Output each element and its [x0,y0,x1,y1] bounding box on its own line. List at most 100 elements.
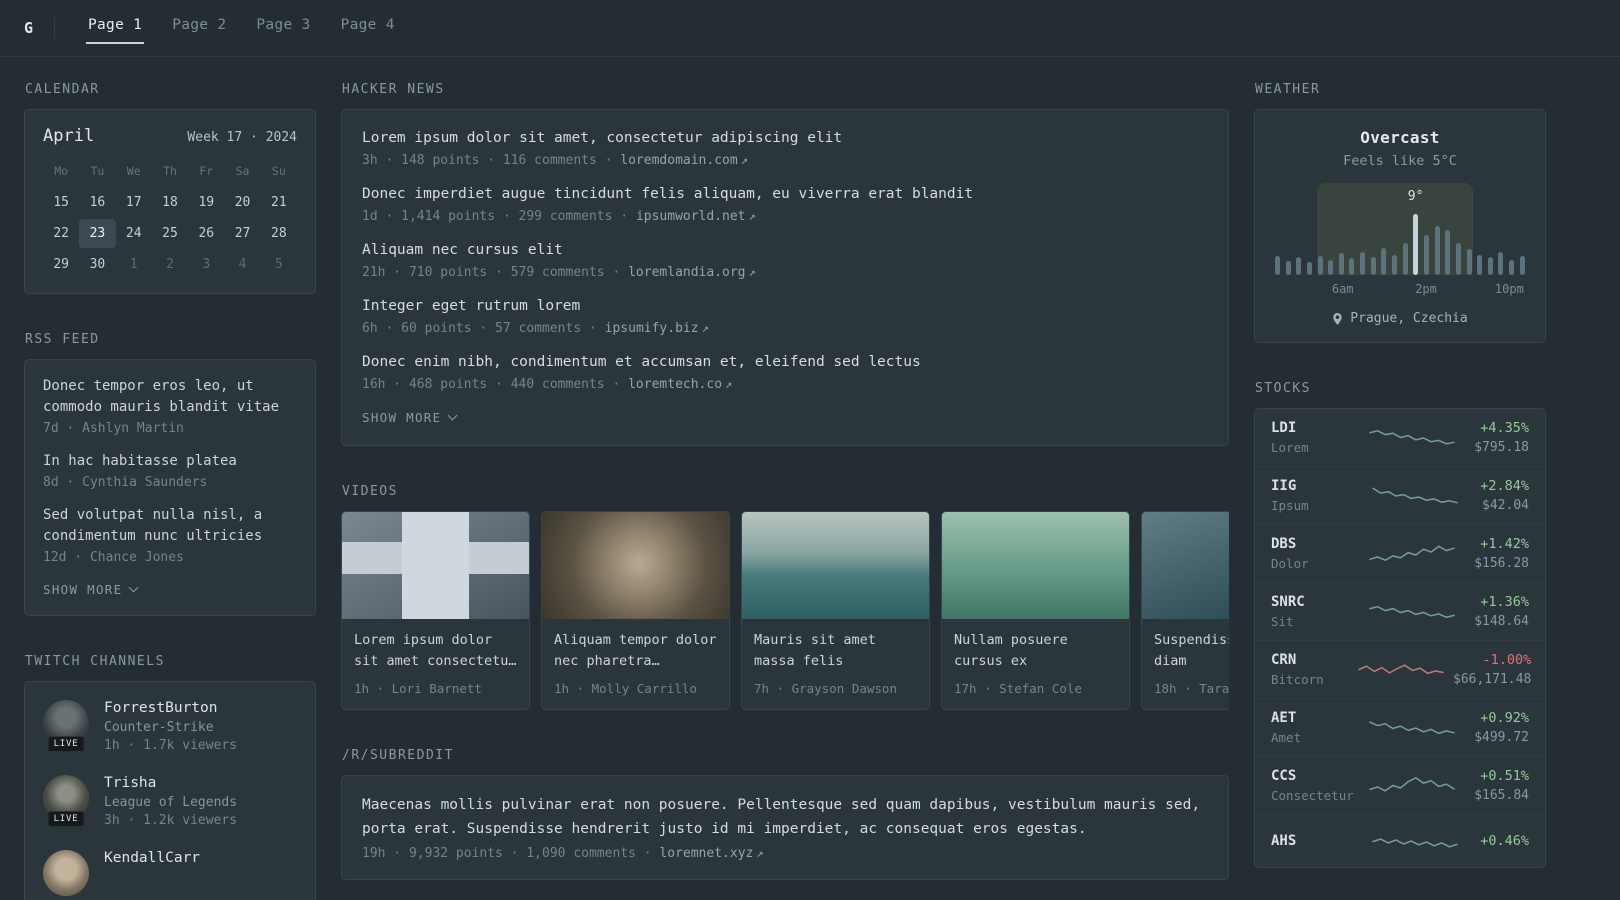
hn-story-title[interactable]: Aliquam nec cursus elit [362,240,1208,261]
stock-row[interactable]: LDI Lorem +4.35% $795.18 [1255,409,1545,466]
twitch-avatar-wrap [43,850,89,896]
stock-values: +0.46% [1480,833,1529,849]
twitch-channel[interactable]: KendallCarr [43,850,297,896]
nav-tab[interactable]: Page 2 [170,13,228,44]
weather-bar [1328,259,1334,275]
hn-story-domain[interactable]: ipsumworld.net [636,209,746,224]
rss-item-title[interactable]: In hac habitasse platea [43,451,297,472]
video-card[interactable]: Aliquam tempor dolor nec pharetra… 1h · … [541,511,730,710]
twitch-avatar-wrap: LIVE [43,700,89,752]
calendar-day: 28 [271,226,287,241]
twitch-channel-info: Trisha League of Legends 3h · 1.2k viewe… [104,775,237,828]
weather-bar [1338,253,1344,275]
app-logo[interactable]: G [24,0,54,56]
twitch-channel-name[interactable]: Trisha [104,775,237,791]
stock-change: +4.35% [1480,420,1529,436]
stock-values: +0.92% $499.72 [1474,710,1529,745]
nav-tab[interactable]: Page 1 [86,13,145,44]
stock-row[interactable]: IIG Ipsum +2.84% $42.04 [1255,466,1545,524]
hn-story-domain[interactable]: loremdomain.com [620,153,737,168]
subreddit-post-domain[interactable]: loremnet.xyz [659,846,753,861]
weather-bar [1370,257,1376,275]
rss-item-title[interactable]: Sed volutpat nulla nisl, a condimentum n… [43,505,297,547]
external-link-icon: ↗ [740,153,748,168]
video-card[interactable]: Lorem ipsum dolor sit amet consectetu… 1… [341,511,530,710]
weather-bar [1434,226,1440,275]
hn-story-domain[interactable]: loremtech.co [628,377,722,392]
stock-row[interactable]: CCS Consectetur +0.51% $165.84 [1255,756,1545,814]
hn-story-stats: 3h · 148 points · 116 comments · [362,153,613,169]
stock-values: -1.00% $66,171.48 [1453,652,1531,687]
show-more-label: SHOW MORE [362,410,442,426]
video-card[interactable]: Mauris sit amet massa felis 7h · Grayson… [741,511,930,710]
weather-bar [1275,255,1280,275]
rss-item-title[interactable]: Donec tempor eros leo, ut commodo mauris… [43,376,297,418]
nav-divider [54,17,55,39]
hn-story-domain[interactable]: ipsumify.biz [605,321,699,336]
video-card[interactable]: Nullam posuere cursus ex 17h · Stefan Co… [941,511,1130,710]
video-meta: 1h · Lori Barnett [354,680,482,696]
stock-spark-container [1357,539,1466,569]
twitch-channel[interactable]: LIVE ForrestBurton Counter-Strike 1h · 1… [43,700,297,753]
weather-feels-like: Feels like 5°C [1343,153,1457,169]
weather-bar [1402,243,1408,275]
calendar-day: 4 [238,257,247,272]
calendar-day: 5 [274,257,283,272]
weather-bar [1509,259,1515,275]
stock-sparkline [1371,487,1458,503]
rss-item-meta: 12d · Chance Jones [43,550,184,565]
external-link-icon: ↗ [725,377,733,392]
hn-story-title[interactable]: Lorem ipsum dolor sit amet, consectetur … [362,128,1208,149]
calendar-weekday: Tu [90,164,105,178]
video-title: Nullam posuere cursus ex [954,632,1068,669]
stock-row[interactable]: AHS +0.46% [1255,814,1545,867]
stock-row[interactable]: AET Amet +0.92% $499.72 [1255,698,1545,756]
hn-story-domain[interactable]: loremlandia.org [628,265,745,280]
hn-story-title[interactable]: Integer eget rutrum lorem [362,296,1208,317]
twitch-channel-name[interactable]: ForrestBurton [104,700,237,716]
stock-ticker: IIG [1271,478,1297,494]
hn-story: Donec imperdiet augue tincidunt felis al… [362,184,1208,224]
twitch-channel[interactable]: LIVE Trisha League of Legends 3h · 1.2k … [43,775,297,828]
calendar-day: 29 [53,257,69,272]
hn-story-title[interactable]: Donec enim nibh, condimentum et accumsan… [362,352,1208,373]
hn-story-stats: 16h · 468 points · 440 comments · [362,377,621,393]
stock-row[interactable]: SNRC Sit +1.36% $148.64 [1255,582,1545,640]
calendar-section: CALENDAR April Week 17 · 2024 Mo Tu We T… [24,82,316,294]
subreddit-post-title[interactable]: Maecenas mollis pulvinar erat non posuer… [362,794,1208,842]
stock-price: $156.28 [1474,556,1529,571]
stock-name: Consectetur [1271,788,1354,803]
section-heading-stocks: STOCKS [1255,381,1311,396]
nav-tab[interactable]: Page 4 [339,13,397,44]
stock-ticker: AET [1271,710,1297,726]
video-thumbnail [1142,512,1229,620]
stock-row[interactable]: DBS Dolor +1.42% $156.28 [1255,524,1545,582]
hacker-news-section: HACKER NEWS Lorem ipsum dolor sit amet, … [341,82,1229,447]
stock-name: Sit [1271,614,1294,629]
stock-row[interactable]: CRN Bitcorn -1.00% $66,171.48 [1255,640,1545,698]
stock-sparkline [1368,720,1455,734]
subreddit-post-meta: 19h · 9,932 points · 1,090 comments · lo… [362,846,1208,861]
twitch-channel-name[interactable]: KendallCarr [104,850,200,866]
stock-change: +1.42% [1480,536,1529,552]
video-meta: 18h · Tara [1154,680,1229,696]
calendar-day: 16 [89,195,106,210]
nav-tab[interactable]: Page 3 [254,13,312,44]
video-card[interactable]: Suspendisse diam 18h · Tara [1141,511,1229,710]
live-badge: LIVE [47,736,85,752]
hn-story-meta: 21h · 710 points · 579 comments · loreml… [362,265,1208,280]
stock-sparkline [1368,545,1455,561]
hn-story-title[interactable]: Donec imperdiet augue tincidunt felis al… [362,184,1208,205]
avatar [43,850,89,896]
stock-ticker: CCS [1271,768,1297,784]
rss-show-more-button[interactable]: SHOW MORE [43,580,139,603]
hn-show-more-button[interactable]: SHOW MORE [362,408,458,431]
video-thumbnail [542,512,729,620]
weather-chart: 9° [1275,183,1525,275]
calendar-day: 3 [202,257,211,272]
stock-info: AET Amet [1271,710,1357,745]
twitch-section: TWITCH CHANNELS LIVE ForrestBurton Count… [24,654,316,900]
stock-price: $42.04 [1482,498,1529,513]
twitch-widget: LIVE ForrestBurton Counter-Strike 1h · 1… [24,681,316,900]
stock-spark-container [1357,655,1445,685]
